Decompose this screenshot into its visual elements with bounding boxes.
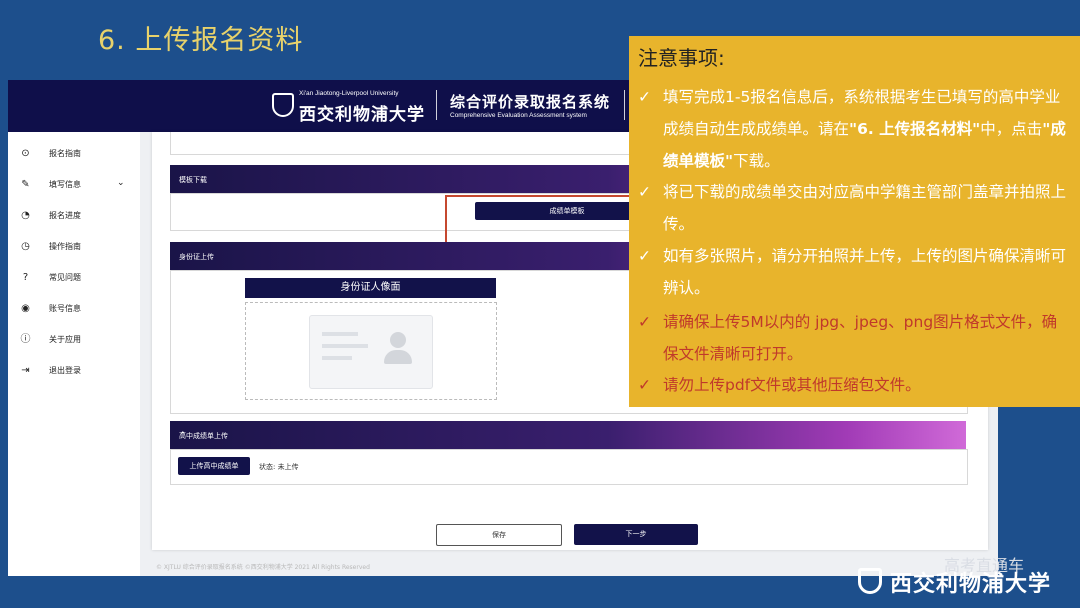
sidebar-item-label: 报名进度 (49, 211, 81, 220)
section-title: 模板下载 (179, 176, 207, 184)
section-title: 身份证上传 (179, 253, 214, 261)
crest-icon (858, 568, 882, 594)
id-card-placeholder-icon (309, 315, 433, 389)
university-name-cn: 西交利物浦大学 (299, 105, 425, 125)
logout-icon: ⇥ (21, 365, 30, 376)
sidebar-item-label: 填写信息 (49, 180, 81, 189)
sidebar: ⊙ 报名指南 ✎ 填写信息 ⌄ ◔ 报名进度 ◷ 操作指南 ? 常见问题 ◉ 账… (8, 132, 140, 576)
chevron-up-icon[interactable]: ⌃ (179, 431, 958, 441)
notice-text: 请勿上传pdf文件或其他压缩包文件。 (663, 376, 921, 394)
transcript-section-header: 高中成绩单上传 ⌃ (170, 421, 966, 449)
footer-copyright: © XJTLU 综合评价录取报名系统 ©西交利物浦大学 2021 All Rig… (156, 564, 370, 571)
notice-text-part: 下载。 (733, 152, 780, 170)
notice-item-warning: ✓ 请勿上传pdf文件或其他压缩包文件。 (638, 369, 1068, 401)
divider (436, 90, 437, 120)
play-circle-icon: ⊙ (21, 148, 30, 159)
notice-item: ✓ 填写完成1-5报名信息后，系统根据考生已填写的高中学业成绩自动生成成绩单。请… (638, 81, 1068, 177)
id-front-upload-area[interactable] (245, 302, 497, 400)
notice-text: 如有多张照片，请分开拍照并上传，上传的图片确保清晰可辨认。 (663, 247, 1067, 297)
university-name-en: Xi'an Jiaotong-Liverpool University (299, 90, 399, 97)
check-icon: ✓ (638, 183, 651, 201)
sidebar-item-label: 退出登录 (49, 366, 81, 375)
divider (624, 90, 625, 120)
notice-highlight: "6. 上传报名材料" (849, 120, 981, 138)
sidebar-item-logout[interactable]: ⇥ 退出登录 (20, 363, 138, 379)
sidebar-item-label: 关于应用 (49, 335, 81, 344)
university-logo[interactable]: Xi'an Jiaotong-Liverpool University 西交利物… (272, 89, 432, 125)
info-icon: ⓘ (20, 334, 31, 345)
check-icon: ✓ (638, 247, 651, 265)
sidebar-item-label: 账号信息 (49, 304, 81, 313)
crest-icon (272, 93, 294, 117)
sidebar-item-about[interactable]: ⓘ 关于应用 (20, 332, 138, 348)
notice-text: 请确保上传5M以内的 jpg、jpeg、png图片格式文件，确保文件清晰可打开。 (663, 313, 1058, 363)
gauge-icon: ◔ (21, 210, 30, 221)
next-step-button[interactable]: 下一步 (574, 524, 698, 545)
notice-text: 将已下载的成绩单交由对应高中学籍主管部门盖章并拍照上传。 (663, 183, 1067, 233)
sidebar-item-fill-info[interactable]: ✎ 填写信息 ⌄ (20, 177, 138, 193)
notice-item-warning: ✓ 请确保上传5M以内的 jpg、jpeg、png图片格式文件，确保文件清晰可打… (638, 306, 1068, 370)
watermark-logo-text: 西交利物浦大学 (890, 571, 1052, 597)
watermark-logo: 西交利物浦大学 (858, 566, 1058, 598)
upload-transcript-button[interactable]: 上传高中成绩单 (178, 457, 250, 475)
check-icon: ✓ (638, 376, 651, 394)
notice-text: 填写完成1-5报名信息后，系统根据考生已填写的高中学业成绩自动生成成绩单。请在"… (663, 81, 1068, 177)
question-icon: ? (22, 272, 29, 283)
sidebar-item-faq[interactable]: ? 常见问题 (20, 270, 138, 286)
notice-panel: 注意事项: ✓ 填写完成1-5报名信息后，系统根据考生已填写的高中学业成绩自动生… (629, 36, 1080, 407)
sidebar-item-guide[interactable]: ⊙ 报名指南 (20, 146, 138, 162)
save-button[interactable]: 保存 (436, 524, 562, 546)
system-title-en: Comprehensive Evaluation Assessment syst… (450, 112, 587, 119)
account-icon: ◉ (21, 303, 30, 314)
upload-status: 状态: 未上传 (259, 463, 299, 471)
notice-item: ✓ 将已下载的成绩单交由对应高中学籍主管部门盖章并拍照上传。 (638, 176, 1068, 240)
check-icon: ✓ (638, 313, 651, 331)
id-front-label: 身份证人像面 (245, 278, 496, 298)
sidebar-item-account[interactable]: ◉ 账号信息 (20, 301, 138, 317)
edit-icon: ✎ (21, 179, 30, 190)
sidebar-item-label: 操作指南 (49, 242, 81, 251)
system-title-cn: 综合评价录取报名系统 (450, 93, 611, 111)
sidebar-item-progress[interactable]: ◔ 报名进度 (20, 208, 138, 224)
sidebar-item-operation-guide[interactable]: ◷ 操作指南 (20, 239, 138, 255)
guide-icon: ◷ (21, 241, 30, 252)
sidebar-item-label: 报名指南 (49, 149, 81, 158)
sidebar-item-label: 常见问题 (49, 273, 81, 282)
check-icon: ✓ (638, 88, 651, 106)
notice-title: 注意事项: (638, 46, 725, 70)
notice-text-part: 中，点击 (980, 120, 1043, 138)
slide-title: 6. 上传报名资料 (98, 25, 304, 56)
notice-item: ✓ 如有多张照片，请分开拍照并上传，上传的图片确保清晰可辨认。 (638, 240, 1068, 304)
chevron-down-icon: ⌄ (117, 178, 125, 188)
